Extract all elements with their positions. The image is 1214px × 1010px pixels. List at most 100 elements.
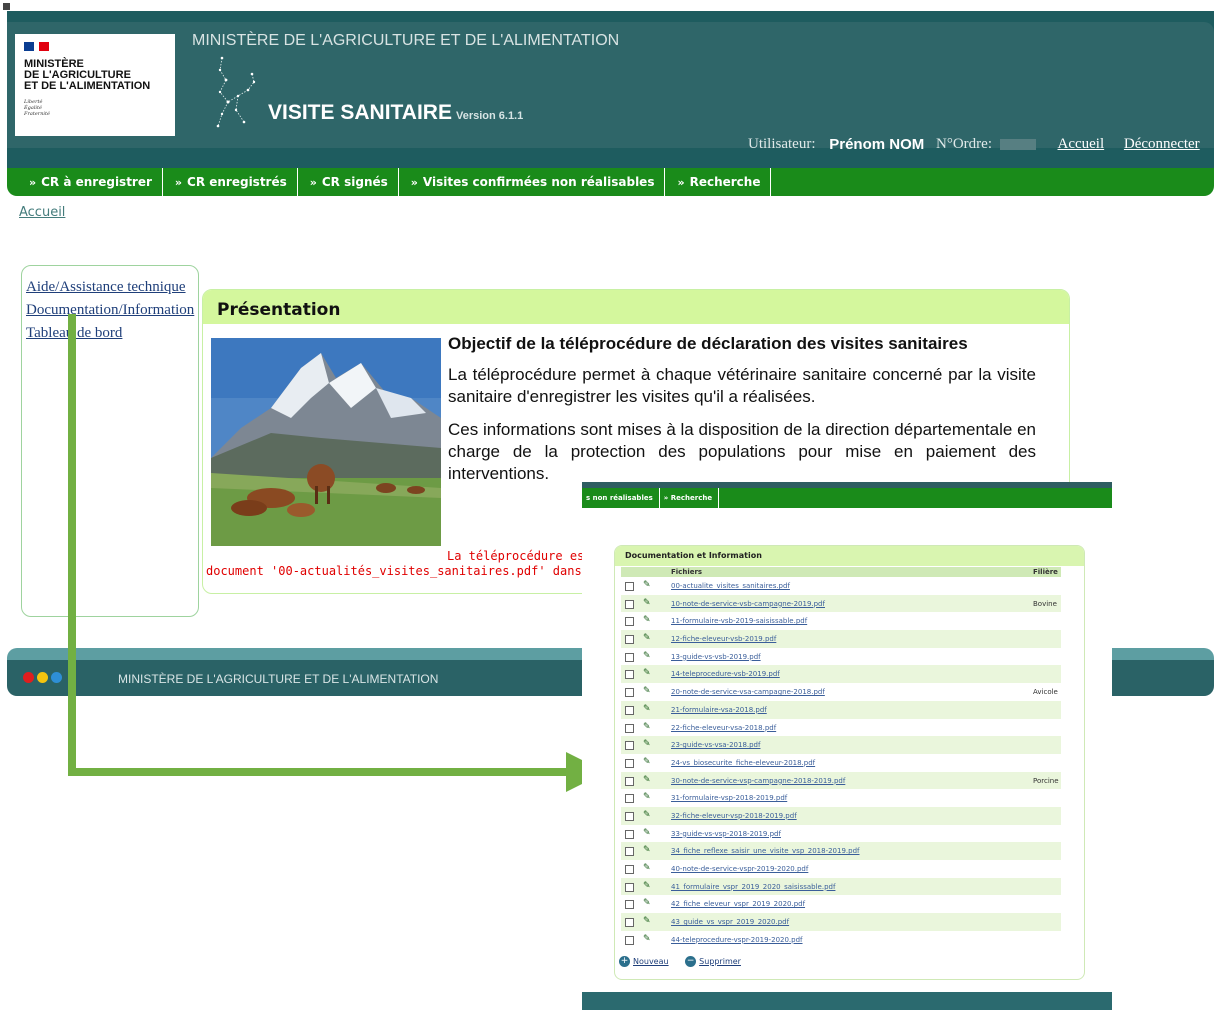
- new-button[interactable]: Nouveau: [633, 957, 669, 966]
- row-checkbox[interactable]: [625, 670, 634, 680]
- nav-cr-to-register[interactable]: » CR à enregistrer: [7, 168, 163, 196]
- file-link[interactable]: 24-vs_biosecurite_fiche-eleveur-2018.pdf: [671, 759, 815, 767]
- remove-icon[interactable]: −: [685, 956, 697, 967]
- file-link[interactable]: 12-fiche-eleveur-vsb-2019.pdf: [671, 635, 776, 643]
- table-row: ✎ 22-fiche-eleveur-vsa-2018.pdf: [621, 718, 1061, 737]
- column-header-files: Fichiers: [671, 568, 703, 576]
- table-row: ✎ 20-note-de-service-vsa-campagne-2018.pd…: [621, 683, 1061, 701]
- home-link[interactable]: Accueil: [1058, 136, 1105, 153]
- pencil-icon[interactable]: ✎: [643, 615, 651, 625]
- table-header-row: Fichiers Filière: [621, 567, 1061, 577]
- table-row: ✎ 12-fiche-eleveur-vsb-2019.pdf: [621, 630, 1061, 648]
- file-link[interactable]: 11-formulaire-vsb-2019-saisissable.pdf: [671, 617, 807, 625]
- pencil-icon[interactable]: ✎: [643, 898, 651, 908]
- pencil-icon[interactable]: ✎: [643, 686, 651, 696]
- pencil-icon[interactable]: ✎: [643, 792, 651, 802]
- file-link[interactable]: 40-note-de-service-vspr-2019-2020.pdf: [671, 865, 808, 873]
- row-checkbox[interactable]: [625, 776, 634, 786]
- pencil-icon[interactable]: ✎: [643, 934, 651, 944]
- row-checkbox[interactable]: [625, 652, 634, 662]
- add-icon[interactable]: +: [619, 956, 630, 967]
- row-checkbox[interactable]: [625, 900, 634, 910]
- row-checkbox[interactable]: [625, 617, 634, 627]
- pencil-icon[interactable]: ✎: [643, 598, 651, 608]
- app-version: Version 6.1.1: [455, 110, 524, 122]
- file-link[interactable]: 21-formulaire-vsa-2018.pdf: [671, 706, 767, 714]
- file-link[interactable]: 20-note-de-service-vsa-campagne-2018.pdf: [671, 688, 825, 696]
- left-menu-help[interactable]: Aide/Assistance technique: [26, 279, 186, 296]
- row-checkbox[interactable]: [625, 688, 634, 698]
- row-checkbox[interactable]: [625, 758, 634, 768]
- file-link[interactable]: 30-note-de-service-vsp-campagne-2018-201…: [671, 777, 845, 785]
- row-checkbox[interactable]: [625, 635, 634, 645]
- row-checkbox[interactable]: [625, 865, 634, 874]
- file-link[interactable]: 33-guide-vs-vsp-2018-2019.pdf: [671, 830, 781, 838]
- file-link[interactable]: 00-actualite_visites_sanitaires.pdf: [671, 582, 790, 590]
- file-link[interactable]: 32-fiche-eleveur-vsp-2018-2019.pdf: [671, 812, 797, 820]
- pencil-icon[interactable]: ✎: [643, 633, 651, 643]
- row-checkbox[interactable]: [625, 705, 634, 715]
- footer-red-dot-icon: [23, 672, 34, 683]
- file-link[interactable]: 44-teleprocedure-vspr-2019-2020.pdf: [671, 936, 803, 944]
- pencil-icon[interactable]: ✎: [643, 845, 651, 855]
- table-row: ✎ 44-teleprocedure-vspr-2019-2020.pdf: [621, 930, 1061, 949]
- file-link[interactable]: 22-fiche-eleveur-vsa-2018.pdf: [671, 724, 776, 732]
- file-link[interactable]: 43_guide_vs_vspr_2019_2020.pdf: [671, 918, 789, 926]
- nav-label: Visites confirmées non réalisables: [422, 175, 655, 189]
- pencil-icon[interactable]: ✎: [643, 828, 651, 838]
- filiere-cell: Avicole: [1033, 688, 1058, 697]
- row-checkbox[interactable]: [625, 599, 634, 609]
- file-link[interactable]: 42_fiche_eleveur_vspr_2019_2020.pdf: [671, 900, 805, 908]
- file-link[interactable]: 10-note-de-service-vsb-campagne-2019.pdf: [671, 600, 825, 608]
- inset-nav-item[interactable]: » Recherche: [660, 488, 720, 508]
- row-checkbox[interactable]: [625, 829, 634, 839]
- pencil-icon[interactable]: ✎: [643, 775, 651, 785]
- row-checkbox[interactable]: [625, 935, 634, 945]
- pencil-icon[interactable]: ✎: [643, 704, 651, 714]
- pencil-icon[interactable]: ✎: [643, 863, 651, 873]
- arrow-icon: »: [410, 175, 418, 189]
- row-checkbox[interactable]: [625, 918, 634, 928]
- pencil-icon[interactable]: ✎: [643, 668, 651, 678]
- pencil-icon[interactable]: ✎: [643, 739, 651, 749]
- presentation-paragraph-1: La téléprocédure permet à chaque vétérin…: [448, 365, 1036, 406]
- file-link[interactable]: 34_fiche_reflexe_saisir_une_visite_vsp_2…: [671, 847, 860, 855]
- breadcrumb-home-link[interactable]: Accueil: [19, 205, 65, 220]
- nav-label: CR à enregistrer: [41, 175, 152, 189]
- file-link[interactable]: 14-teleprocedure-vsb-2019.pdf: [671, 670, 780, 678]
- nav-cr-registered[interactable]: » CR enregistrés: [163, 168, 298, 196]
- left-menu-documentation[interactable]: Documentation/Information: [26, 302, 194, 319]
- row-checkbox[interactable]: [625, 723, 634, 733]
- table-row: ✎ 13-guide-vs-vsb-2019.pdf: [621, 647, 1061, 666]
- table-body: ✎ 00-actualite_visites_sanitaires.pdf ✎ 10-…: [621, 577, 1061, 949]
- file-link[interactable]: 31-formulaire-vsp-2018-2019.pdf: [671, 794, 787, 802]
- pencil-icon[interactable]: ✎: [643, 757, 651, 767]
- logout-link[interactable]: Déconnecter: [1124, 136, 1200, 153]
- file-link[interactable]: 23-guide-vs-vsa-2018.pdf: [671, 741, 760, 749]
- row-checkbox[interactable]: [625, 582, 634, 591]
- row-checkbox[interactable]: [625, 847, 634, 857]
- nav-search[interactable]: » Recherche: [665, 168, 772, 196]
- row-checkbox[interactable]: [625, 882, 634, 892]
- file-link[interactable]: 13-guide-vs-vsb-2019.pdf: [671, 653, 761, 661]
- pencil-icon[interactable]: ✎: [643, 881, 651, 891]
- pencil-icon[interactable]: ✎: [643, 651, 651, 661]
- pencil-icon[interactable]: ✎: [643, 916, 651, 926]
- user-name: Prénom NOM: [829, 136, 925, 154]
- delete-button[interactable]: Supprimer: [699, 957, 741, 966]
- nav-label: CR enregistrés: [187, 175, 287, 189]
- arrow-icon: »: [174, 175, 183, 189]
- nav-visits-not-feasible[interactable]: » Visites confirmées non réalisables: [399, 168, 666, 196]
- pencil-icon[interactable]: ✎: [643, 722, 651, 732]
- row-checkbox[interactable]: [625, 794, 634, 804]
- inset-nav-item[interactable]: s non réalisables: [582, 488, 660, 508]
- row-checkbox[interactable]: [625, 741, 634, 751]
- pencil-icon[interactable]: ✎: [643, 580, 651, 590]
- nav-cr-signed[interactable]: » CR signés: [298, 168, 399, 196]
- collapse-toggle-icon[interactable]: [2, 2, 11, 11]
- row-checkbox[interactable]: [625, 811, 634, 821]
- left-menu-dashboard[interactable]: Tableau de bord: [26, 325, 122, 342]
- filiere-cell: Porcine: [1033, 776, 1059, 785]
- pencil-icon[interactable]: ✎: [643, 810, 651, 820]
- file-link[interactable]: 41_formulaire_vspr_2019_2020_saisissable…: [671, 883, 835, 891]
